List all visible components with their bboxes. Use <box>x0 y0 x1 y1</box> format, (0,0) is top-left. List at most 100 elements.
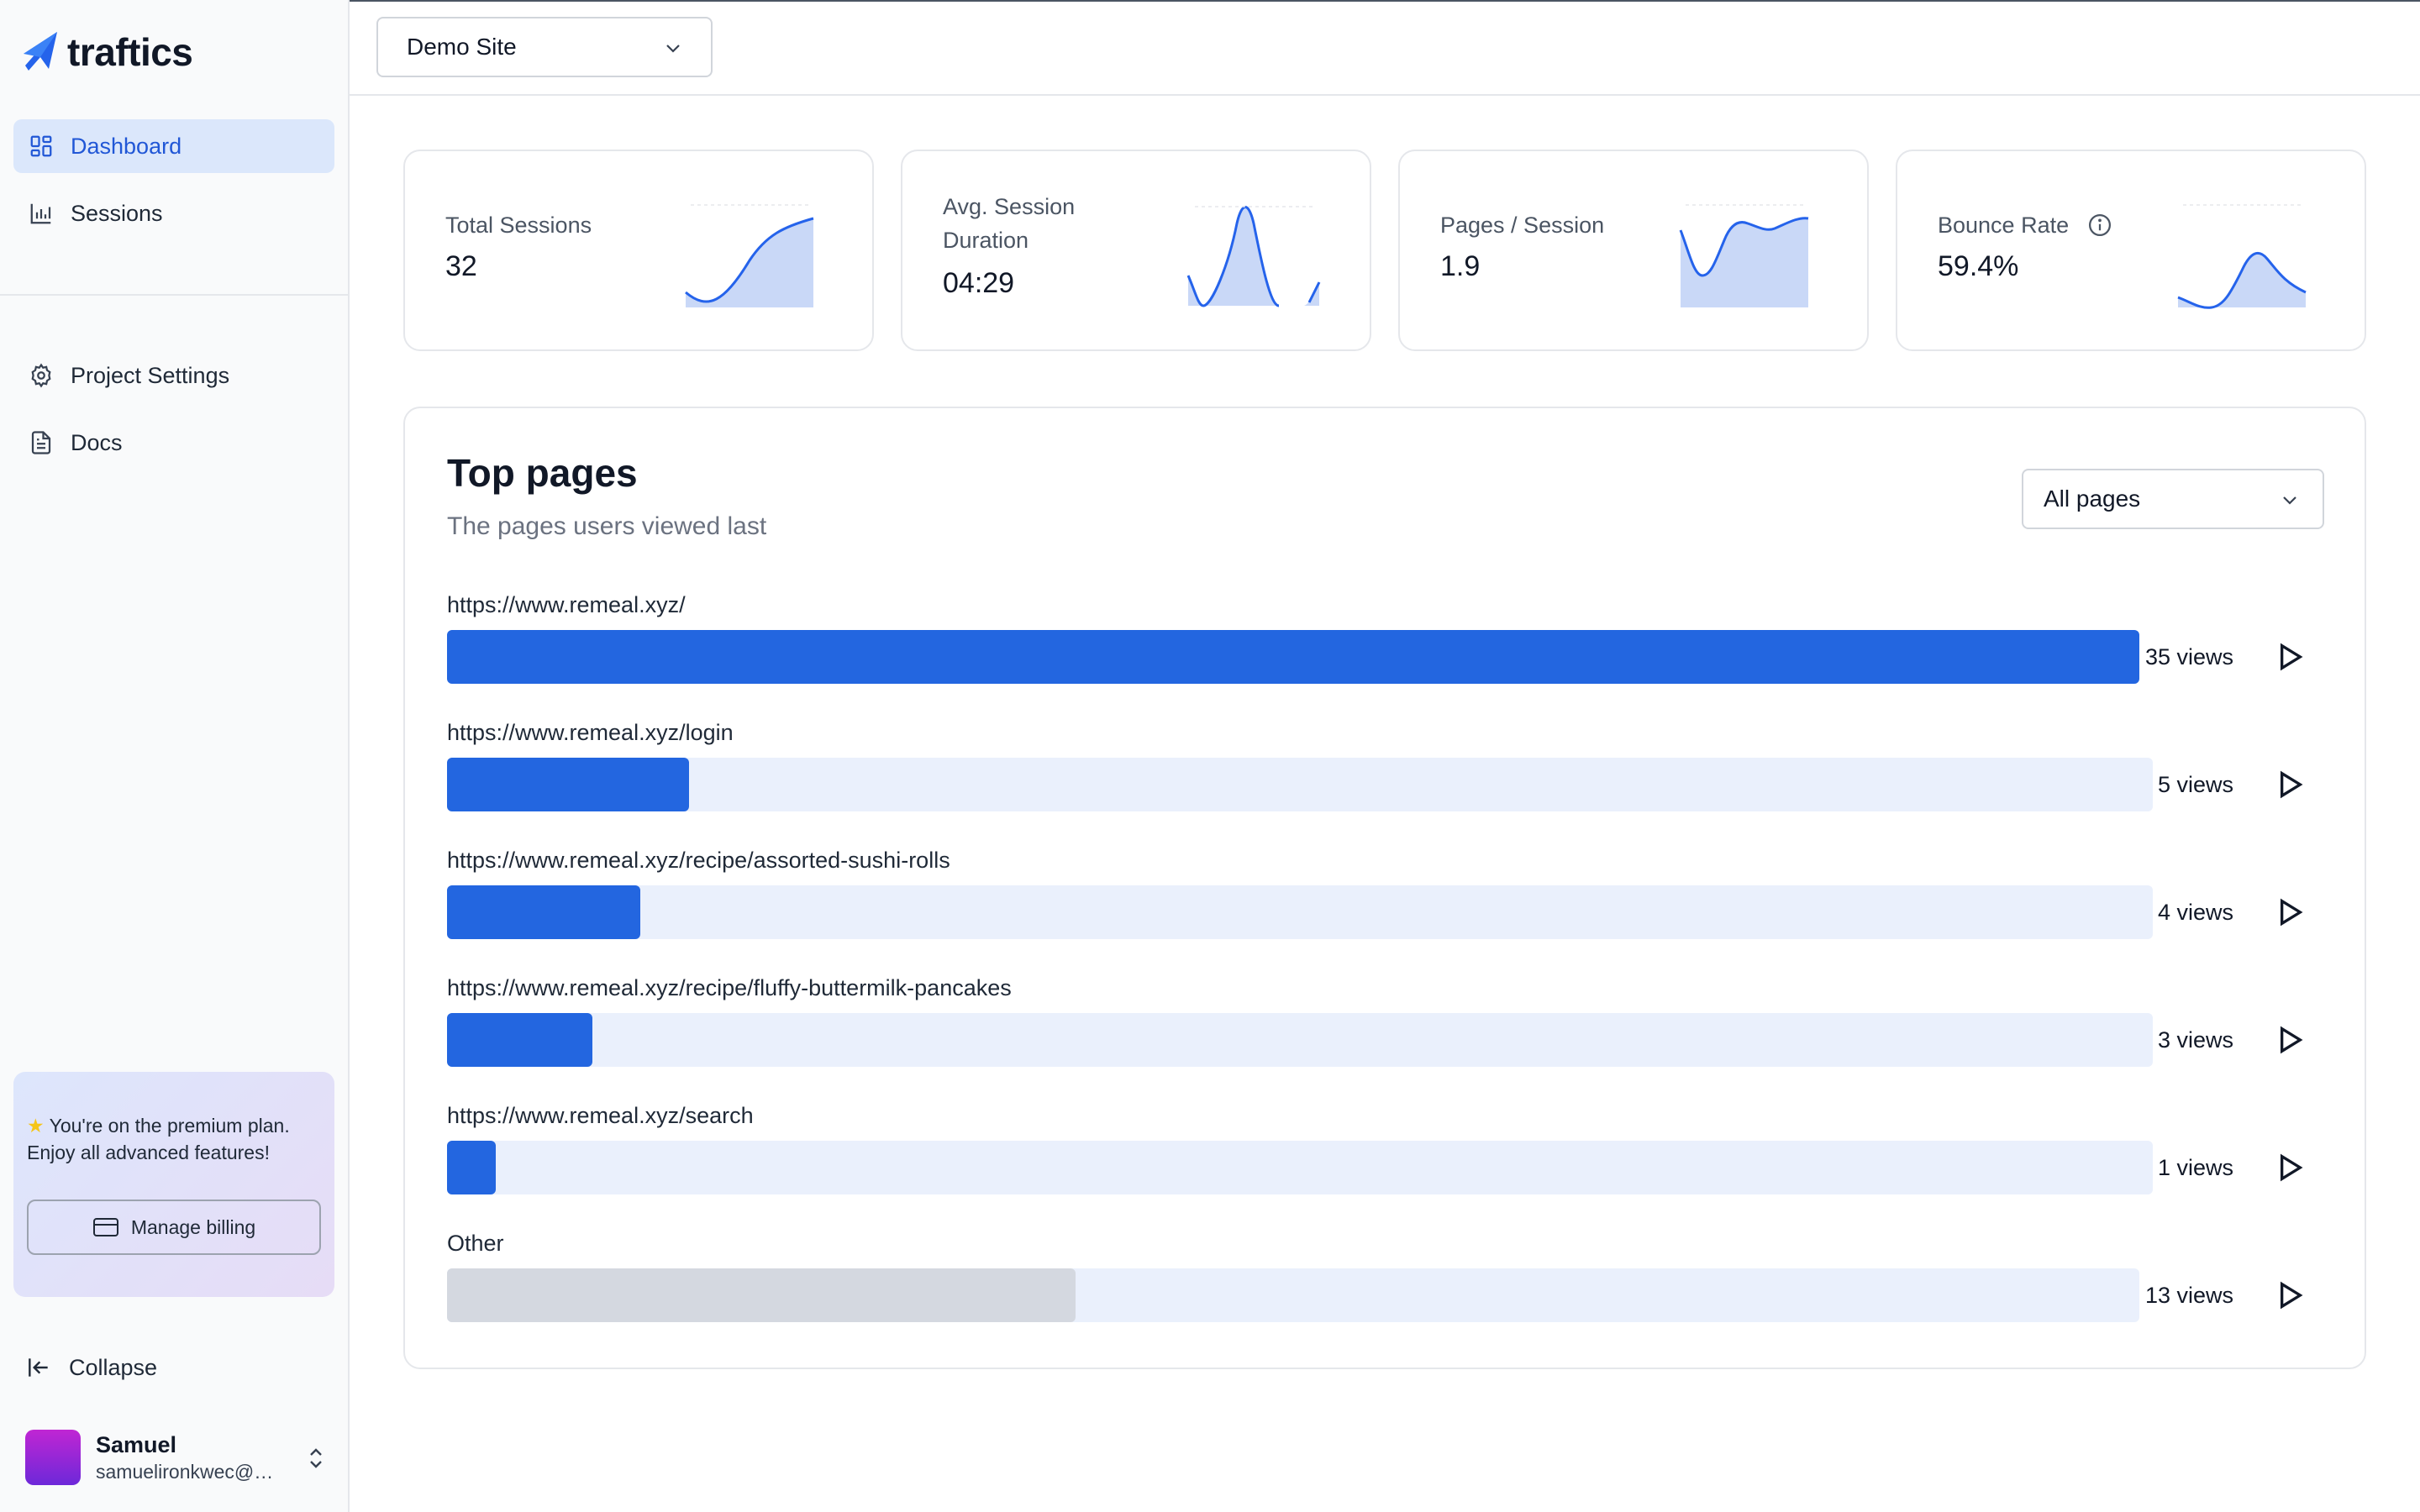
stat-value: 1.9 <box>1440 250 1481 282</box>
sidebar-item-dashboard[interactable]: Dashboard <box>13 119 334 173</box>
top-pages-panel: Top pages The pages users viewed last Al… <box>403 407 2366 1369</box>
sidebar-item-label: Dashboard <box>71 133 182 159</box>
play-icon[interactable] <box>2272 895 2306 929</box>
play-icon[interactable] <box>2272 1151 2306 1184</box>
info-icon[interactable] <box>2087 213 2112 238</box>
collapse-icon <box>29 1358 48 1377</box>
top-pages-title: Top pages <box>447 451 638 495</box>
stat-label-text: Bounce Rate <box>1938 213 2070 238</box>
page-bar-fill <box>447 758 689 811</box>
pages-filter-select[interactable]: All pages <box>2022 469 2324 529</box>
page-url: https://www.remeal.xyz/ <box>447 592 686 617</box>
stat-label-line1: Avg. Session <box>943 194 1076 219</box>
page-views: 13 views <box>2144 1282 2233 1308</box>
sparkline-avg-session-duration <box>1186 206 1321 307</box>
chevron-down-icon <box>2283 496 2296 505</box>
bar-chart-icon <box>30 203 51 224</box>
page-bar-track <box>447 1013 2153 1067</box>
page-bar-fill <box>447 885 640 939</box>
sidebar-item-label: Sessions <box>71 200 163 226</box>
stat-card-pages-per-session: Pages / Session 1.9 <box>1398 150 1869 351</box>
page-bar-fill <box>447 1268 1076 1322</box>
chevron-up-down-icon <box>310 1448 322 1468</box>
sidebar-item-project-settings[interactable]: Project Settings <box>13 349 334 402</box>
page-bar-fill <box>447 1141 496 1194</box>
header: Demo Site <box>350 0 2420 96</box>
page-row[interactable]: https://www.remeal.xyz/ 35 views <box>447 588 2338 716</box>
page-views: 5 views <box>2157 771 2233 797</box>
stat-value: 32 <box>445 250 477 282</box>
page-bar-track <box>447 630 2139 684</box>
stat-label: Total Sessions <box>445 213 592 238</box>
user-info: Samuel samuelironkwec@… <box>96 1431 289 1484</box>
play-icon[interactable] <box>2272 1023 2306 1057</box>
user-email: samuelironkwec@… <box>96 1461 274 1483</box>
stat-label: Avg. Session Duration <box>943 190 1075 257</box>
play-icon[interactable] <box>2272 768 2306 801</box>
sidebar-item-docs[interactable]: Docs <box>13 416 334 470</box>
stat-value: 59.4% <box>1938 250 2019 282</box>
page-row[interactable]: https://www.remeal.xyz/recipe/assorted-s… <box>447 843 2338 971</box>
chevron-down-icon <box>666 45 680 53</box>
page-bar-fill <box>447 630 2139 684</box>
document-icon <box>31 431 51 454</box>
stat-card-bounce-rate: Bounce Rate 59.4% <box>1896 150 2366 351</box>
page-views: 3 views <box>2157 1026 2233 1053</box>
top-pages-subtitle: The pages users viewed last <box>447 512 767 540</box>
collapse-button[interactable]: Collapse <box>25 1354 157 1381</box>
stat-card-avg-session-duration: Avg. Session Duration 04:29 <box>901 150 1371 351</box>
site-select-value: Demo Site <box>407 34 517 60</box>
page-url: Other <box>447 1231 504 1256</box>
sidebar-divider <box>0 294 348 296</box>
premium-plan-line1: You're on the premium plan. <box>49 1115 290 1137</box>
page-url: https://www.remeal.xyz/recipe/fluffy-but… <box>447 975 1012 1000</box>
page-bar-track <box>447 1268 2139 1322</box>
page-views: 35 views <box>2144 643 2233 669</box>
premium-plan-text: ★ You're on the premium plan. Enjoy all … <box>27 1112 321 1166</box>
star-icon: ★ <box>27 1115 45 1137</box>
page-views: 4 views <box>2157 899 2233 925</box>
pages-filter-value: All pages <box>2044 486 2141 512</box>
user-name: Samuel <box>96 1432 177 1457</box>
page-url: https://www.remeal.xyz/search <box>447 1103 754 1128</box>
avatar <box>25 1430 81 1485</box>
page-views: 1 views <box>2157 1154 2233 1180</box>
premium-plan-line2: Enjoy all advanced features! <box>27 1142 270 1163</box>
page-bar-track <box>447 1141 2153 1194</box>
stat-label: Bounce Rate <box>1938 208 2112 242</box>
manage-billing-button[interactable]: Manage billing <box>27 1200 321 1255</box>
stat-card-total-sessions: Total Sessions 32 <box>403 150 874 351</box>
collapse-label: Collapse <box>69 1354 158 1380</box>
credit-card-icon <box>92 1218 118 1236</box>
stat-label: Pages / Session <box>1440 213 1605 238</box>
page-url: https://www.remeal.xyz/recipe/assorted-s… <box>447 848 950 873</box>
page-bar-fill <box>447 1013 592 1067</box>
page-bar-track <box>447 758 2153 811</box>
sidebar-item-sessions[interactable]: Sessions <box>13 186 334 240</box>
sparkline-pages-per-session <box>1679 204 1809 307</box>
logo-text: traftics <box>67 30 193 74</box>
gear-icon <box>31 363 51 388</box>
premium-plan-card: ★ You're on the premium plan. Enjoy all … <box>13 1072 334 1297</box>
stat-value: 04:29 <box>943 267 1015 299</box>
dashboard-icon <box>30 135 52 157</box>
sidebar-item-label: Project Settings <box>71 362 230 388</box>
logo[interactable]: traftics <box>20 29 193 76</box>
sidebar-item-label: Docs <box>71 429 123 455</box>
play-icon[interactable] <box>2272 1278 2306 1312</box>
stat-label-line2: Duration <box>943 228 1029 253</box>
sparkline-total-sessions <box>685 204 814 307</box>
logo-arrow-icon <box>24 32 57 71</box>
sidebar: traftics Dashboard Sessions Project Sett… <box>0 0 350 1512</box>
site-select[interactable]: Demo Site <box>376 17 713 77</box>
user-menu[interactable]: Samuel samuelironkwec@… <box>25 1428 328 1487</box>
page-bar-track <box>447 885 2153 939</box>
sparkline-bounce-rate <box>2177 204 2307 309</box>
page-row[interactable]: https://www.remeal.xyz/search 1 views <box>447 1099 2338 1226</box>
page-row[interactable]: Other 13 views <box>447 1226 2338 1354</box>
page-row[interactable]: https://www.remeal.xyz/login 5 views <box>447 716 2338 843</box>
play-icon[interactable] <box>2272 640 2306 674</box>
page-row[interactable]: https://www.remeal.xyz/recipe/fluffy-but… <box>447 971 2338 1099</box>
manage-billing-label: Manage billing <box>130 1215 256 1238</box>
page-url: https://www.remeal.xyz/login <box>447 720 734 745</box>
